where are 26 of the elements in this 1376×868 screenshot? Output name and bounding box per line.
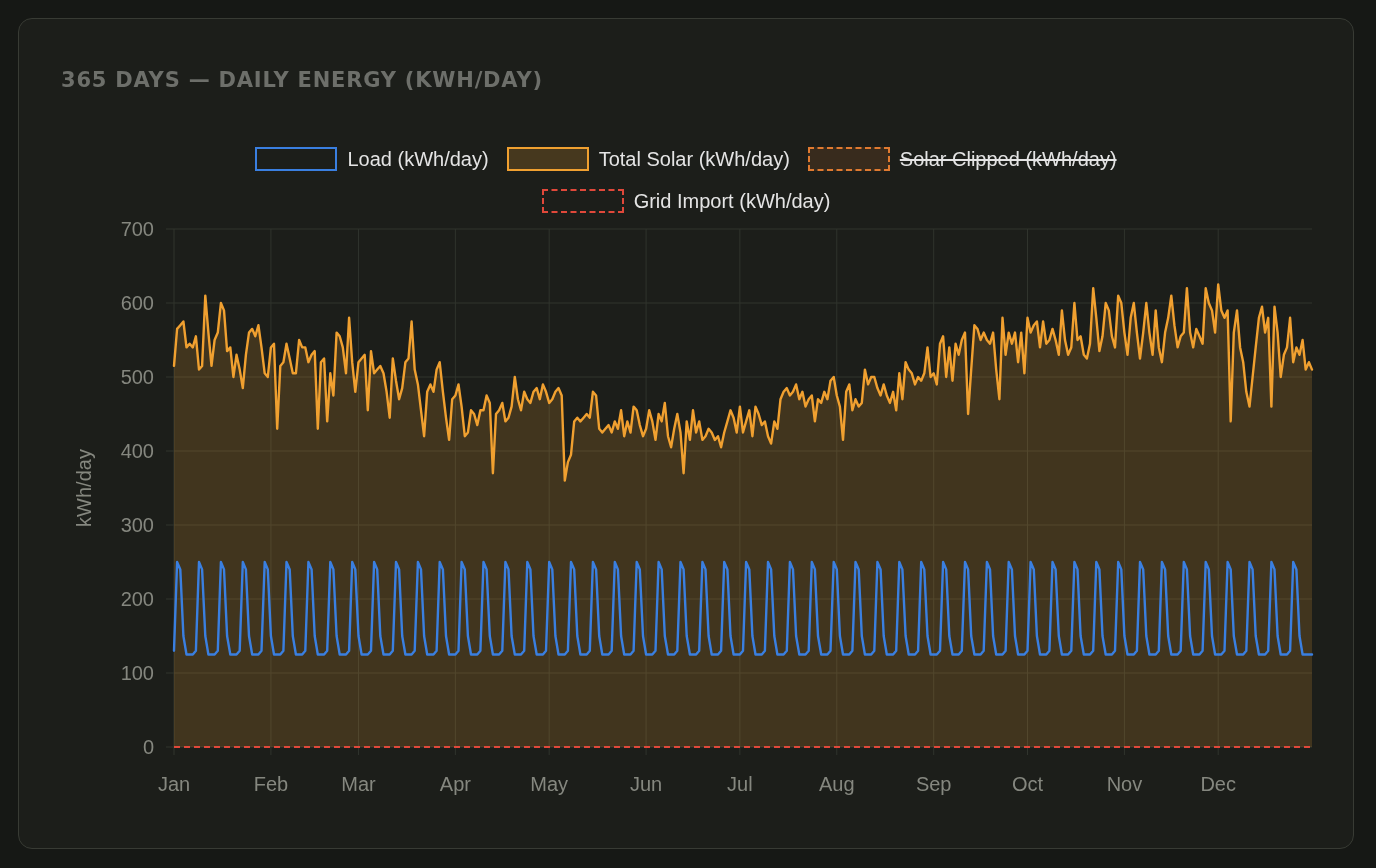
y-tick-label: 200	[120, 588, 154, 610]
y-tick-label: 100	[120, 662, 154, 684]
x-tick-label: Mar	[341, 773, 376, 795]
legend-item[interactable]: Load (kWh/day)	[255, 145, 489, 173]
y-tick-label: 700	[120, 218, 154, 240]
x-tick-label: Apr	[439, 773, 471, 795]
chart-title: 365 DAYS — DAILY ENERGY (KWH/DAY)	[61, 70, 544, 91]
x-tick-label: Oct	[1011, 773, 1044, 795]
y-tick-label: 0	[142, 736, 154, 758]
x-tick-label: May	[530, 773, 569, 795]
x-tick-label: Dec	[1200, 773, 1236, 795]
legend-item[interactable]: Grid Import (kWh/day)	[541, 187, 831, 215]
x-tick-label: Jan	[157, 773, 191, 795]
x-tick-label: Jun	[629, 773, 663, 795]
y-tick-label: 600	[120, 292, 154, 314]
legend-item[interactable]: Total Solar (kWh/day)	[506, 145, 790, 173]
x-tick-label: Aug	[819, 773, 855, 795]
legend-item[interactable]: Solar Clipped (kWh/day)	[807, 145, 1117, 173]
y-tick-label: 500	[120, 366, 154, 388]
y-tick-label: 300	[120, 514, 154, 536]
x-tick-label: Feb	[253, 773, 289, 795]
y-tick-label: 400	[120, 440, 154, 462]
axis-title: kWh/day	[73, 449, 95, 527]
x-tick-label: Nov	[1106, 773, 1143, 795]
x-tick-label: Jul	[727, 773, 753, 795]
x-tick-label: Sep	[915, 773, 952, 795]
